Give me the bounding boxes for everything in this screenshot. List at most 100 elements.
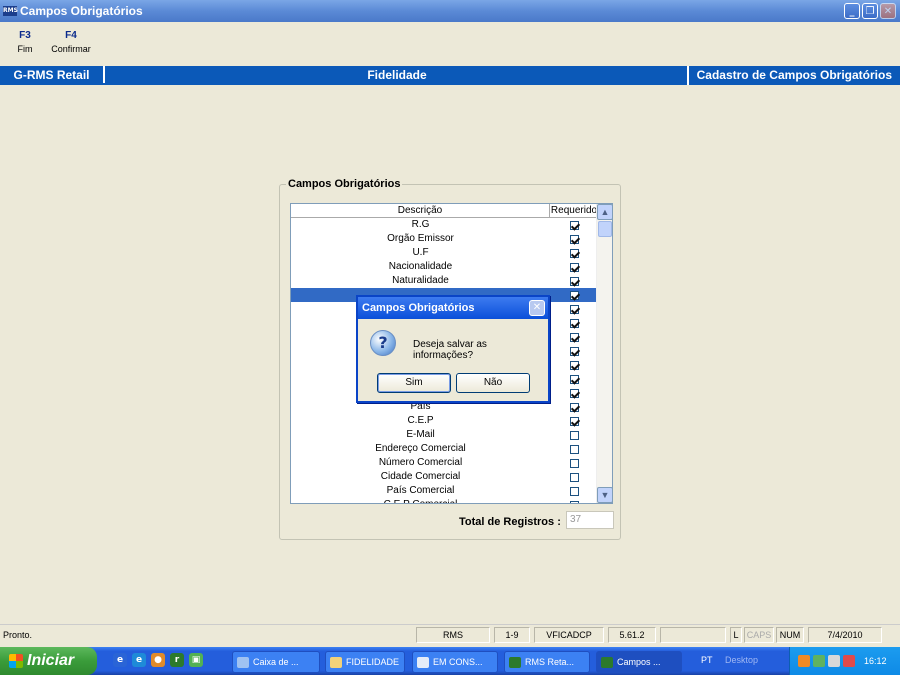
field-description: Cidade Comercial <box>380 471 461 482</box>
required-checkbox[interactable] <box>569 290 579 300</box>
column-description[interactable]: Descrição <box>291 204 550 217</box>
yes-button[interactable]: Sim <box>377 373 451 393</box>
field-description: País Comercial <box>386 485 455 496</box>
required-checkbox[interactable] <box>569 262 579 272</box>
module-header: G-RMS Retail Fidelidade Cadastro de Camp… <box>0 66 900 85</box>
taskbar-item-label: Caixa de ... <box>253 657 299 667</box>
required-cell <box>550 470 598 484</box>
window-controls: _ ❐ ✕ <box>844 3 896 19</box>
restore-icon[interactable]: ❐ <box>862 3 878 19</box>
dialog-title: Campos Obrigatórios <box>362 302 475 314</box>
desktop-toolbar[interactable]: Desktop <box>725 655 758 665</box>
list-item[interactable]: Orgão Emissor <box>291 232 598 246</box>
required-checkbox[interactable] <box>569 458 579 468</box>
list-item[interactable]: País Comercial <box>291 484 598 498</box>
required-checkbox[interactable] <box>569 248 579 258</box>
required-checkbox[interactable] <box>569 220 579 230</box>
required-checkbox[interactable] <box>569 444 579 454</box>
header-module: Fidelidade <box>367 68 427 82</box>
required-checkbox[interactable] <box>569 388 579 398</box>
media-icon[interactable]: ● <box>151 653 165 667</box>
confirm-dialog: Campos Obrigatórios ✕ ? Deseja salvar as… <box>356 295 550 403</box>
field-description: Naturalidade <box>392 275 449 286</box>
status-panel-empty <box>660 627 726 643</box>
required-checkbox[interactable] <box>569 500 579 503</box>
language-indicator[interactable]: PT <box>701 655 713 665</box>
status-panel-program: VFICADCP <box>534 627 604 643</box>
required-cell <box>550 288 598 302</box>
start-button[interactable]: Iniciar <box>0 647 97 675</box>
desktop-show-icon[interactable]: ▣ <box>189 653 203 667</box>
list-item[interactable]: U.F <box>291 246 598 260</box>
internet-explorer-icon[interactable]: e <box>113 653 127 667</box>
required-checkbox[interactable] <box>569 276 579 286</box>
required-cell <box>550 274 598 288</box>
required-checkbox[interactable] <box>569 416 579 426</box>
f4-key: F4 <box>65 30 77 41</box>
browser-icon[interactable]: e <box>132 653 146 667</box>
required-checkbox[interactable] <box>569 374 579 384</box>
folder-icon <box>330 656 342 668</box>
required-cell <box>550 414 598 428</box>
required-cell <box>550 232 598 246</box>
status-panel-num: NUM <box>776 627 804 643</box>
close-icon[interactable]: ✕ <box>880 3 896 19</box>
list-item[interactable]: Nacionalidade <box>291 260 598 274</box>
f3-fim-button[interactable]: F3 Fim <box>0 30 50 64</box>
scroll-down-icon[interactable]: ▼ <box>597 487 612 503</box>
tray-network-icon[interactable] <box>813 655 825 667</box>
required-checkbox[interactable] <box>569 346 579 356</box>
required-cell <box>550 218 598 232</box>
scroll-thumb[interactable] <box>598 221 612 237</box>
required-checkbox[interactable] <box>569 360 579 370</box>
header-app-name: G-RMS Retail <box>0 66 105 83</box>
no-button[interactable]: Não <box>456 373 530 393</box>
field-description: E-Mail <box>406 429 435 440</box>
required-checkbox[interactable] <box>569 472 579 482</box>
taskbar-item-rms-retail[interactable]: RMS Reta... <box>504 651 590 673</box>
list-item[interactable]: E-Mail <box>291 428 598 442</box>
dialog-close-icon[interactable]: ✕ <box>529 300 545 316</box>
list-item[interactable]: Número Comercial <box>291 456 598 470</box>
required-checkbox[interactable] <box>569 304 579 314</box>
required-checkbox[interactable] <box>569 318 579 328</box>
minimize-icon[interactable]: _ <box>844 3 860 19</box>
tray-volume-icon[interactable] <box>828 655 840 667</box>
required-checkbox[interactable] <box>569 402 579 412</box>
scroll-up-icon[interactable]: ▲ <box>597 204 612 220</box>
field-description: C.E.P <box>407 415 434 426</box>
f4-confirmar-button[interactable]: F4 Confirmar <box>50 30 92 64</box>
required-checkbox[interactable] <box>569 234 579 244</box>
taskbar-item-mail[interactable]: Caixa de ... <box>232 651 320 673</box>
taskbar-item-label: Campos ... <box>617 657 661 667</box>
taskbar-item-word[interactable]: EM CONS... <box>412 651 498 673</box>
required-checkbox[interactable] <box>569 332 579 342</box>
function-key-bar: F3 Fim F4 Confirmar <box>0 30 92 64</box>
tray-security-icon[interactable] <box>843 655 855 667</box>
dialog-message: Deseja salvar as informações? <box>413 339 487 361</box>
status-panel-version: 5.61.2 <box>608 627 656 643</box>
question-icon: ? <box>370 330 396 356</box>
taskbar-item-label: FIDELIDADE <box>346 657 400 667</box>
taskbar-item-campos[interactable]: Campos ... <box>596 651 682 673</box>
required-cell <box>550 260 598 274</box>
status-panel-caps: CAPS <box>744 627 774 643</box>
clock[interactable]: 16:12 <box>864 656 887 666</box>
list-item[interactable]: C.E.P Comercial <box>291 498 598 503</box>
list-item[interactable]: Endereço Comercial <box>291 442 598 456</box>
required-checkbox[interactable] <box>569 486 579 496</box>
window-title: Campos Obrigatórios <box>20 4 143 18</box>
vertical-scrollbar[interactable]: ▲ ▼ <box>596 204 612 503</box>
taskbar-item-folder[interactable]: FIDELIDADE <box>325 651 405 673</box>
list-item[interactable]: Cidade Comercial <box>291 470 598 484</box>
required-cell <box>550 330 598 344</box>
required-cell <box>550 428 598 442</box>
list-item[interactable]: R.G <box>291 218 598 232</box>
rms-icon[interactable]: r <box>170 653 184 667</box>
required-cell <box>550 372 598 386</box>
list-item[interactable]: Naturalidade <box>291 274 598 288</box>
column-required[interactable]: Requerido <box>550 204 598 217</box>
tray-flame-icon[interactable] <box>798 655 810 667</box>
list-item[interactable]: C.E.P <box>291 414 598 428</box>
required-checkbox[interactable] <box>569 430 579 440</box>
